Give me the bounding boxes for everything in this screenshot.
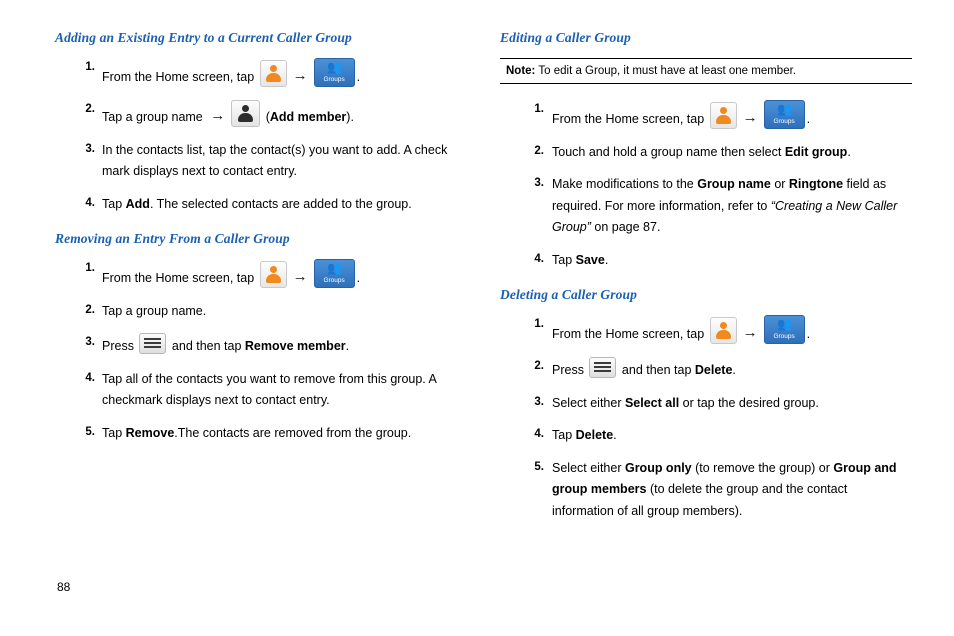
groups-people-glyph: 👥 [327,60,342,74]
doc-section: Adding an Existing Entry to a Current Ca… [55,30,475,215]
emphasis-term: Group only [624,460,692,475]
groups-icon: 👥 Groups [313,259,355,289]
step-number: 4. [85,196,95,209]
menu-bar [144,338,162,341]
contact-icon [709,102,737,129]
menu-bar [144,342,162,345]
step-item: 5. Select either Group only (to remove th… [500,458,912,523]
groups-people-glyph: 👥 [777,102,792,116]
step-list: 1. From the Home screen, tap → 👥 Groups. 2. P… [500,315,912,522]
step-number: 3. [534,177,544,190]
step-number: 2. [534,144,544,157]
arrow-icon: → [292,268,308,286]
note-text: To edit a Group, it must have at least o… [535,65,796,77]
emphasis-term: Delete [694,363,733,378]
emphasis-term: Add [125,196,150,211]
step-item: 4. Tap Save. [500,250,912,272]
arrow-icon: → [742,324,758,342]
cross-reference: “Creating a New Caller Group” [552,198,898,235]
step-item: 3. Press and then tap Remove member. [55,333,475,358]
step-number: 2. [85,303,95,316]
groups-icon-label: Groups [323,75,345,83]
groups-icon: 👥 Groups [763,100,805,129]
groups-icon-label: Groups [773,333,795,341]
note-box: Note: To edit a Group, it must have at l… [500,58,912,84]
step-number: 1. [85,61,95,73]
menu-key-icon [139,333,167,355]
step-item: 4. Tap Delete. [500,425,912,447]
step-item: 2. Press and then tap Delete. [500,357,912,382]
step-number: 2. [534,360,544,373]
emphasis-term: Add member [269,109,347,124]
step-number: 4. [534,428,544,441]
step-item: 2. Tap a group name → (Add member). [55,99,475,129]
step-item: 1. From the Home screen, tap → 👥 Groups. [500,315,912,346]
menu-bar [594,370,612,373]
step-item: 4. Tap Add. The selected contacts are add… [55,194,475,216]
right-column: Editing a Caller Group Note: To edit a Gr… [500,30,912,533]
step-item: 3. Make modifications to the Group name o… [500,174,912,239]
doc-section: Removing an Entry From a Caller Group 1. F… [55,231,475,444]
step-list: 1. From the Home screen, tap → 👥 Groups. 2. T… [55,259,475,444]
section-heading: Editing a Caller Group [500,30,631,45]
step-number: 1. [85,262,95,275]
section-heading: Adding an Existing Entry to a Current Ca… [55,30,352,45]
groups-people-glyph: 👥 [777,317,792,332]
step-item: 5. Tap Remove.The contacts are removed fr… [55,423,475,445]
step-number: 1. [534,318,544,331]
menu-bar [594,362,612,365]
contact-icon [709,317,737,345]
emphasis-term: Group name [697,177,771,192]
menu-key-icon [589,357,617,379]
groups-icon-label: Groups [773,117,795,125]
step-item: 1. From the Home screen, tap → 👥 Groups. [55,58,475,89]
step-item: 3. In the contacts list, tap the contact(… [55,140,475,183]
step-item: 2. Tap a group name. [55,301,475,323]
note-label: Note: [506,65,536,77]
arrow-icon: → [742,109,758,126]
step-item: 3. Select either Select all or tap the de… [500,393,912,415]
emphasis-term: Delete [575,428,614,443]
page-number: 88 [57,580,71,594]
step-number: 3. [534,395,544,408]
step-number: 3. [85,336,95,349]
step-item: 2. Touch and hold a group name then selec… [500,142,912,164]
groups-people-glyph: 👥 [327,261,342,276]
step-list: 1. From the Home screen, tap → 👥 Groups. 2. T… [55,58,475,215]
step-number: 3. [85,142,95,155]
manual-page: Adding an Existing Entry to a Current Ca… [0,0,954,636]
add-member-icon [231,99,261,127]
emphasis-term: Group and group members [552,460,897,497]
doc-section: Deleting a Caller Group 1. From the Home s… [500,287,912,522]
contact-icon [259,60,287,87]
emphasis-term: Ringtone [788,177,844,192]
emphasis-term: Edit group [784,144,848,159]
groups-icon: 👥 Groups [763,315,805,345]
step-number: 2. [85,102,95,115]
step-item: 4. Tap all of the contacts you want to re… [55,369,475,412]
step-number: 1. [534,103,544,115]
step-number: 4. [85,371,95,384]
emphasis-term: Remove [125,425,175,440]
menu-bar [144,346,162,349]
step-item: 1. From the Home screen, tap → 👥 Groups. [500,100,912,131]
step-number: 4. [534,252,544,265]
emphasis-term: Save [575,252,605,267]
emphasis-term: Select all [624,395,680,410]
arrow-icon: → [210,106,226,124]
groups-icon: 👥 Groups [313,58,355,87]
section-heading: Removing an Entry From a Caller Group [55,231,290,247]
emphasis-term: Remove member [244,339,346,354]
contact-icon [259,261,287,289]
section-heading: Deleting a Caller Group [500,287,637,303]
step-list: 1. From the Home screen, tap → 👥 Groups. 2. T… [500,100,912,271]
menu-bar [594,366,612,369]
arrow-icon: → [292,67,308,84]
doc-section: Editing a Caller Group Note: To edit a Gr… [500,30,912,271]
step-number: 5. [534,460,544,473]
step-item: 1. From the Home screen, tap → 👥 Groups. [55,259,475,290]
step-number: 5. [85,425,95,438]
left-column: Adding an Existing Entry to a Current Ca… [55,30,475,455]
groups-icon-label: Groups [323,276,345,284]
